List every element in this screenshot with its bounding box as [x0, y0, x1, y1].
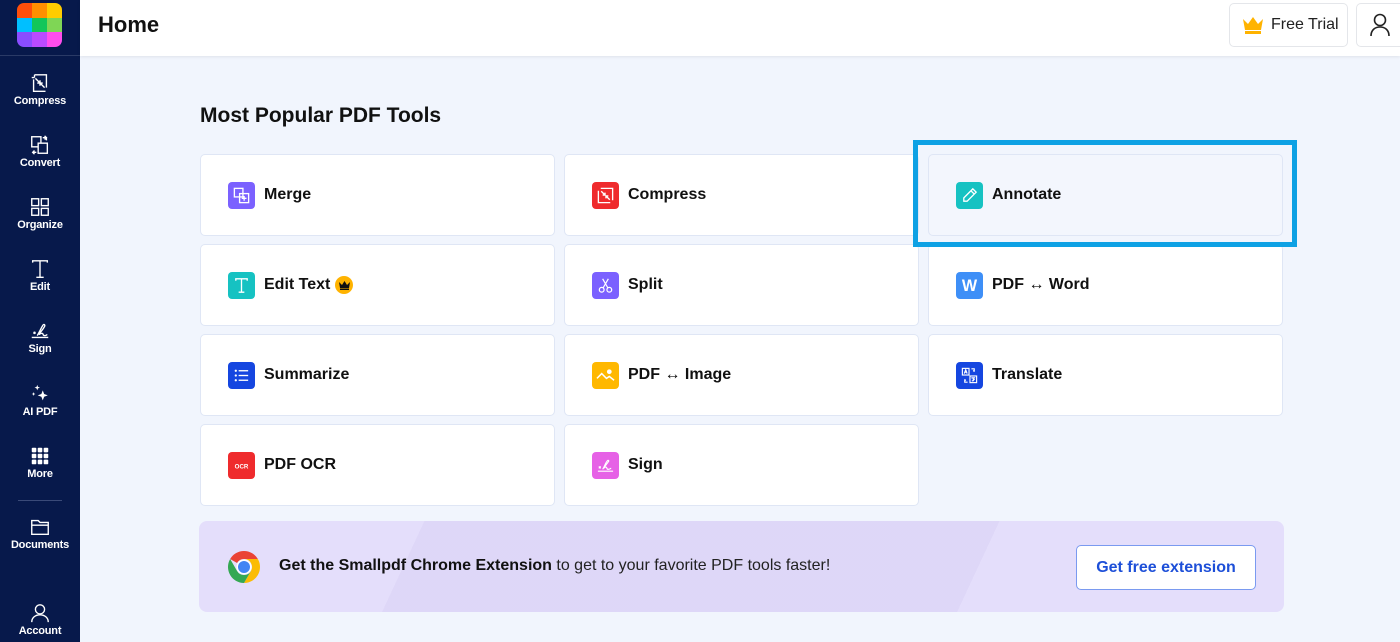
logo-tile — [32, 17, 47, 33]
logo-tile — [32, 3, 47, 18]
logo-tile — [17, 17, 32, 33]
logo-tile — [47, 3, 62, 18]
sidebar-item-more[interactable]: More — [0, 445, 80, 480]
sidebar-item-sign[interactable]: Sign — [0, 320, 80, 355]
merge-icon — [228, 181, 255, 209]
image-icon — [592, 361, 619, 389]
top-header: Home Free Trial — [80, 0, 1400, 56]
sidebar-label: Sign — [28, 343, 52, 355]
divider — [0, 55, 80, 56]
tool-card-sign[interactable]: Sign — [564, 424, 919, 506]
signature-icon — [592, 451, 619, 479]
signature-icon — [31, 323, 49, 339]
sidebar-label: More — [27, 468, 53, 480]
sidebar-label: Account — [18, 625, 62, 637]
tool-card-translate[interactable]: Translate — [928, 334, 1283, 416]
user-icon — [31, 604, 49, 623]
smallpdf-logo[interactable] — [17, 3, 62, 47]
crown-icon — [1243, 17, 1263, 34]
translate-icon — [956, 361, 983, 389]
free-trial-button[interactable]: Free Trial — [1229, 3, 1348, 47]
sidebar-item-organize[interactable]: Organize — [0, 196, 80, 231]
logo-tile — [32, 32, 47, 47]
tool-label: Edit Text — [264, 276, 331, 293]
convert-icon — [31, 135, 49, 155]
grid-dots-icon — [31, 447, 49, 465]
chrome-icon — [227, 551, 261, 583]
scissors-icon — [592, 271, 619, 299]
sparkle-icon — [31, 384, 48, 401]
tool-card-merge[interactable]: Merge — [200, 154, 555, 236]
logo-tile — [17, 32, 32, 47]
sidebar-item-edit[interactable]: Edit — [0, 258, 80, 293]
tool-label: Summarize — [264, 366, 350, 383]
sidebar-item-documents[interactable]: Documents — [0, 516, 80, 551]
page-title: Home — [98, 12, 160, 37]
tool-label: PDF ↔ Image — [628, 366, 732, 383]
sidebar-label: Documents — [10, 539, 70, 551]
tool-label: PDF OCR — [264, 456, 336, 473]
ocr-icon: OCR — [228, 451, 255, 479]
section-title: Most Popular PDF Tools — [200, 104, 442, 127]
edit-text-icon — [31, 260, 49, 278]
tool-label: Annotate — [992, 186, 1062, 203]
tool-card-pdf-ocr[interactable]: OCR PDF OCR — [200, 424, 555, 506]
tool-label: Compress — [628, 186, 707, 203]
tool-card-edit-text[interactable]: Edit Text — [200, 244, 555, 326]
tool-card-annotate[interactable]: Annotate — [928, 154, 1283, 236]
get-free-extension-button[interactable]: Get free extension — [1076, 545, 1256, 590]
sidebar-divider — [18, 500, 62, 501]
sidebar-label: Edit — [30, 281, 50, 293]
word-icon: W — [956, 271, 983, 299]
sidebar-item-convert[interactable]: Convert — [0, 134, 80, 169]
tool-label: Translate — [992, 366, 1063, 383]
sidebar: Compress Convert Organize Edit Sign AI P… — [0, 0, 80, 642]
logo-tile — [17, 3, 32, 18]
tool-label: Split — [628, 276, 663, 293]
tool-label: PDF ↔ Word — [992, 276, 1090, 293]
folder-icon — [31, 519, 49, 536]
svg-text:W: W — [962, 277, 978, 295]
tool-card-pdf-image[interactable]: PDF ↔ Image — [564, 334, 919, 416]
tool-card-pdf-word[interactable]: W PDF ↔ Word — [928, 244, 1283, 326]
logo-tile — [47, 32, 62, 47]
banner-bold-text: Get the Smallpdf Chrome Extension — [279, 557, 552, 574]
chrome-extension-banner: Get the Smallpdf Chrome Extension to get… — [199, 521, 1284, 612]
banner-message: Get the Smallpdf Chrome Extension to get… — [279, 557, 830, 575]
tool-label: Sign — [628, 456, 663, 473]
tool-card-split[interactable]: Split — [564, 244, 919, 326]
sidebar-label: Compress — [13, 95, 67, 107]
premium-crown-icon — [335, 276, 354, 294]
tool-card-compress[interactable]: Compress — [564, 154, 919, 236]
sidebar-label: Convert — [19, 157, 61, 169]
sidebar-label: AI PDF — [22, 406, 58, 418]
banner-regular-text: to get to your favorite PDF tools faster… — [551, 557, 831, 574]
sidebar-label: Organize — [17, 219, 63, 231]
sidebar-item-ai-pdf[interactable]: AI PDF — [0, 383, 80, 418]
free-trial-label: Free Trial — [1271, 16, 1339, 33]
account-button[interactable] — [1356, 3, 1400, 47]
tool-card-summarize[interactable]: Summarize — [200, 334, 555, 416]
list-icon — [228, 361, 255, 389]
user-icon — [1370, 13, 1390, 37]
tool-label: Merge — [264, 186, 312, 203]
logo-tile — [47, 17, 62, 33]
compress-icon — [31, 74, 48, 92]
text-icon — [228, 271, 255, 299]
pencil-icon — [956, 181, 983, 209]
sidebar-item-account[interactable]: Account — [0, 602, 80, 637]
sidebar-item-compress[interactable]: Compress — [0, 72, 80, 107]
organize-icon — [31, 198, 49, 216]
compress-icon — [592, 181, 619, 209]
svg-text:OCR: OCR — [235, 463, 249, 470]
